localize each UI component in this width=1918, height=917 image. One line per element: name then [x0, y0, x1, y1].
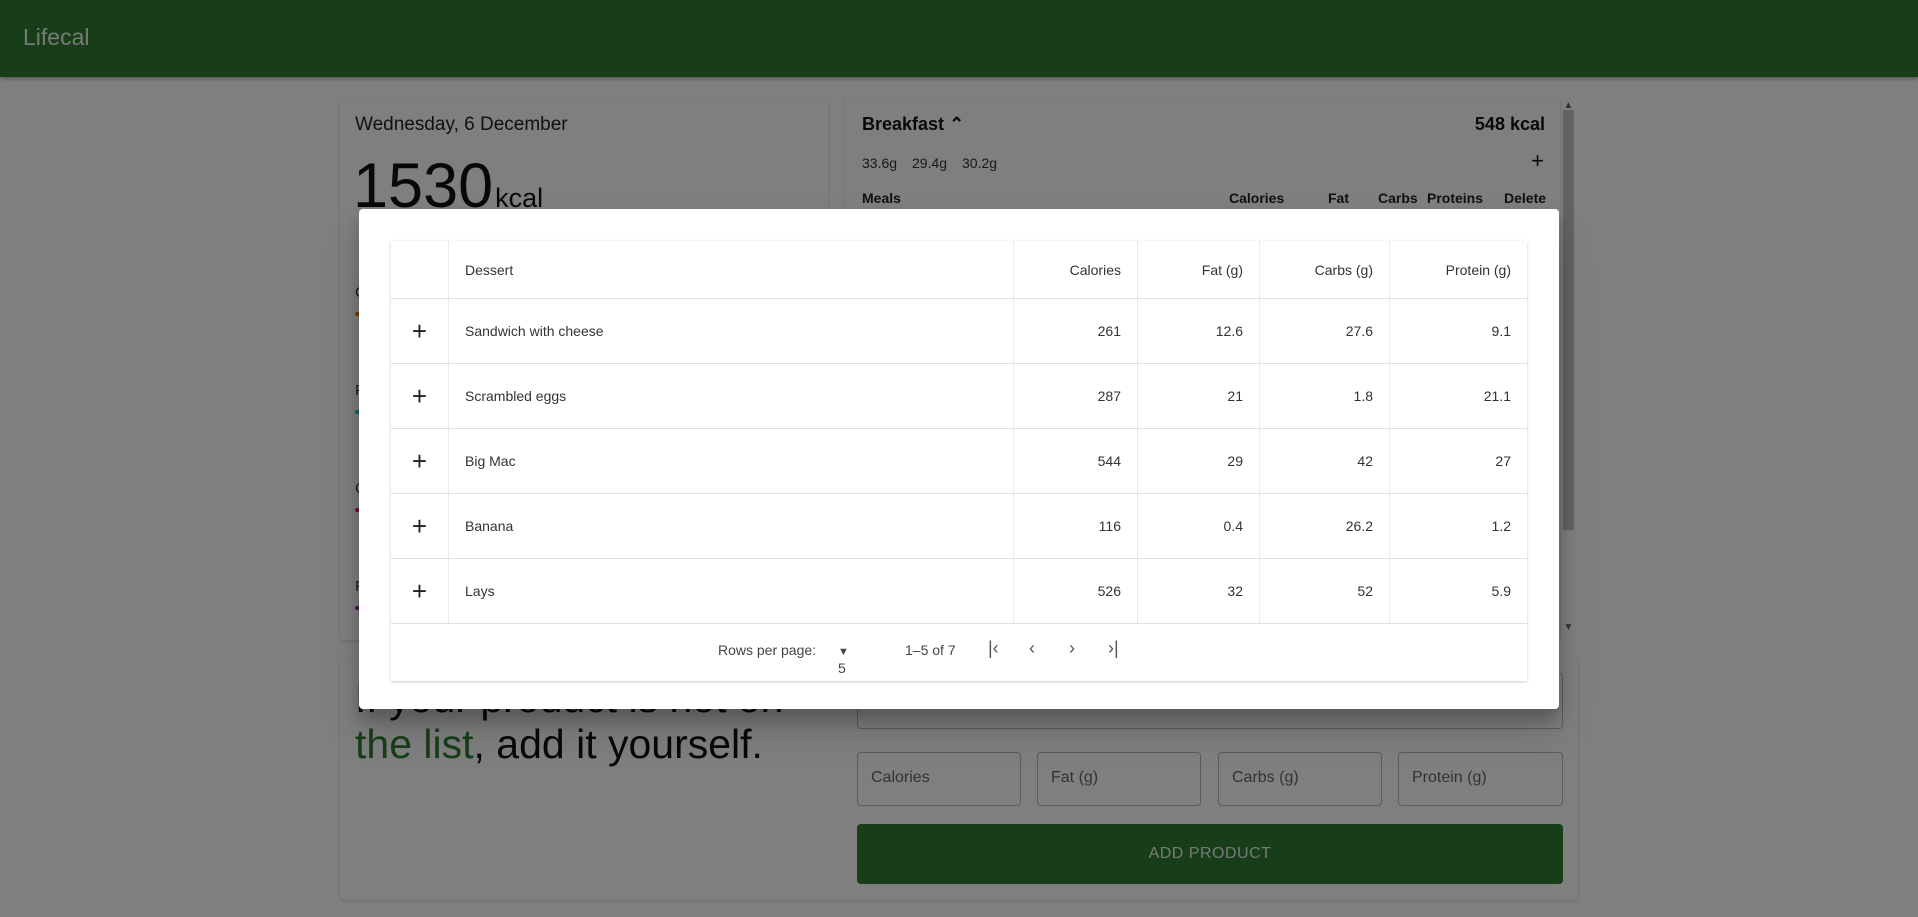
prev-page-icon[interactable]: ‹ — [1029, 638, 1035, 659]
col-dessert[interactable]: Dessert — [449, 241, 1014, 298]
plus-icon[interactable]: + — [412, 513, 427, 539]
row-name: Banana — [449, 494, 1014, 558]
row-name: Lays — [449, 559, 1014, 623]
row-calories: 526 — [1014, 559, 1138, 623]
row-carbs: 42 — [1260, 429, 1390, 493]
row-carbs: 1.8 — [1260, 364, 1390, 428]
caret-down-icon[interactable]: ▼ — [838, 646, 849, 658]
plus-icon[interactable]: + — [412, 448, 427, 474]
row-protein: 21.1 — [1483, 388, 1511, 404]
row-protein: 27 — [1495, 453, 1511, 469]
table-row[interactable]: + Scrambled eggs 287 21 1.8 21.1 — [391, 364, 1527, 429]
table-row[interactable]: + Sandwich with cheese 261 12.6 27.6 9.1 — [391, 299, 1527, 364]
product-picker-dialog: Dessert Calories Fat (g) Carbs (g) Prote… — [359, 209, 1559, 709]
pagination-range: 1–5 of 7 — [905, 642, 956, 658]
rows-per-page-select[interactable]: 5 ▼ — [838, 642, 849, 676]
row-calories: 544 — [1014, 429, 1138, 493]
first-page-icon[interactable]: |‹ — [988, 638, 999, 659]
rows-per-page-label: Rows per page: — [718, 642, 817, 658]
row-carbs: 27.6 — [1260, 299, 1390, 363]
row-fat: 29 — [1138, 429, 1260, 493]
row-name: Big Mac — [449, 429, 1014, 493]
row-protein: 5.9 — [1491, 583, 1511, 599]
table-row[interactable]: + Big Mac 544 29 42 27 — [391, 429, 1527, 494]
plus-icon[interactable]: + — [412, 383, 427, 409]
add-row-button[interactable]: + — [391, 299, 449, 363]
add-row-button[interactable]: + — [391, 494, 449, 558]
row-fat: 21 — [1138, 364, 1260, 428]
col-carbs[interactable]: Carbs (g) — [1260, 241, 1390, 298]
row-calories: 287 — [1014, 364, 1138, 428]
next-page-icon[interactable]: › — [1069, 638, 1075, 659]
table-row[interactable]: + Banana 116 0.4 26.2 1.2 — [391, 494, 1527, 559]
row-fat: 0.4 — [1138, 494, 1260, 558]
row-protein: 1.2 — [1491, 518, 1511, 534]
col-protein[interactable]: Protein (g) — [1390, 241, 1527, 298]
col-fat[interactable]: Fat (g) — [1138, 241, 1260, 298]
row-fat: 12.6 — [1138, 299, 1260, 363]
row-name: Sandwich with cheese — [449, 299, 1014, 363]
last-page-icon[interactable]: ›| — [1108, 638, 1119, 659]
plus-icon[interactable]: + — [412, 318, 427, 344]
table-row[interactable]: + Lays 526 32 52 5.9 — [391, 559, 1527, 624]
row-name: Scrambled eggs — [449, 364, 1014, 428]
add-row-button[interactable]: + — [391, 429, 449, 493]
row-protein: 9.1 — [1491, 323, 1511, 339]
row-calories: 116 — [1014, 494, 1138, 558]
table-pagination: Rows per page: 5 ▼ 1–5 of 7 |‹ ‹ › ›| — [391, 624, 1527, 678]
row-carbs: 52 — [1260, 559, 1390, 623]
row-carbs: 26.2 — [1260, 494, 1390, 558]
table-header-row: Dessert Calories Fat (g) Carbs (g) Prote… — [391, 241, 1527, 299]
row-fat: 32 — [1138, 559, 1260, 623]
products-table: Dessert Calories Fat (g) Carbs (g) Prote… — [391, 241, 1527, 681]
add-row-button[interactable]: + — [391, 364, 449, 428]
add-row-button[interactable]: + — [391, 559, 449, 623]
col-calories[interactable]: Calories — [1014, 241, 1138, 298]
plus-icon[interactable]: + — [412, 578, 427, 604]
row-calories: 261 — [1014, 299, 1138, 363]
